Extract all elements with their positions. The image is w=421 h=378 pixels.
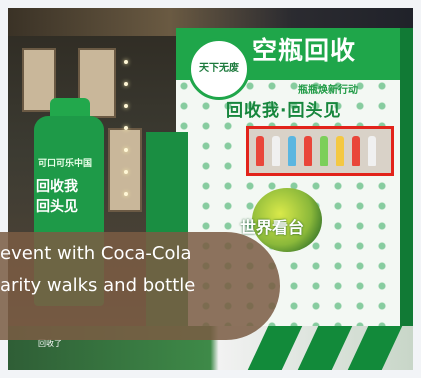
world-text: 世界看台	[240, 218, 305, 237]
string-light	[124, 82, 128, 86]
booth-side-panel	[400, 28, 413, 368]
string-light	[124, 126, 128, 130]
tower-brand-text: 可口可乐中国	[38, 159, 93, 169]
round-logo: 天下无废	[188, 38, 250, 100]
booth-slogan-small: 瓶瓶焕新行动	[298, 85, 358, 96]
string-light	[124, 192, 128, 196]
bottle-display	[368, 136, 376, 166]
string-light	[124, 148, 128, 152]
bottle-display	[256, 136, 264, 166]
image-frame: 天下无废 空瓶回收 瓶瓶焕新行动 回收我·回头见 世界看台 可口可乐中国 回收我…	[0, 0, 421, 378]
booth-title-sign: 空瓶回收	[252, 36, 357, 65]
booth-slogan-main: 回收我·回头见	[226, 101, 342, 121]
bottle-display	[352, 136, 360, 166]
string-light	[124, 60, 128, 64]
tower-slogan-line1: 回收我	[36, 179, 78, 195]
string-light	[124, 104, 128, 108]
string-light	[124, 170, 128, 174]
caption-line-2: arity walks and bottle	[0, 275, 196, 296]
logo-text: 天下无废	[199, 63, 239, 74]
bottle-display	[320, 136, 328, 166]
caption-line-1: event with Coca-Cola	[0, 243, 192, 264]
bottle-display	[272, 136, 280, 166]
bottle-display	[304, 136, 312, 166]
bottle-display	[288, 136, 296, 166]
tower-slogan-line2: 回头见	[36, 199, 78, 215]
bottle-display	[336, 136, 344, 166]
